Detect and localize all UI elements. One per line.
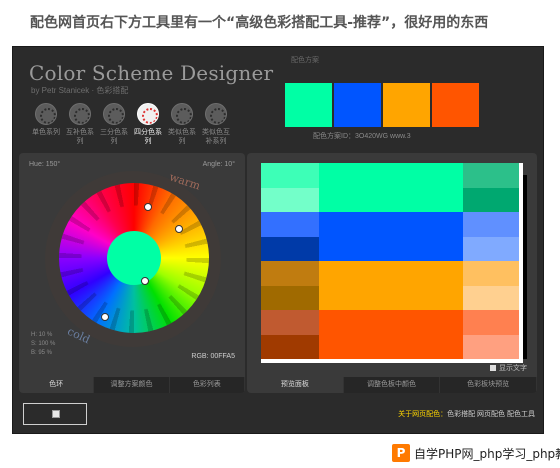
mode-mono[interactable]: 单色系列 [31,103,61,137]
accented-icon [205,103,227,125]
mono-icon [35,103,57,125]
preview-cell [319,212,391,237]
preview-cell [463,163,519,188]
wheel-handle-3[interactable] [101,313,109,321]
color-scheme-designer-app: Color Scheme Designer by Petr Stanicek ·… [12,46,544,434]
right-tabs: 预览面板 调整色板中颜色 色彩板块预览 [247,377,537,393]
preview-row [261,334,519,359]
preview-cell [261,236,319,261]
palette-swatches [285,83,479,127]
tab-preview[interactable]: 预览面板 [247,377,344,393]
preview-cell [319,334,391,359]
color-preview-grid [261,163,519,359]
footer-links[interactable]: 关于网页配色：色彩搭配 网页配色 配色工具 [398,409,535,419]
preview-cell [261,261,319,286]
preview-cell [391,334,463,359]
preview-row [261,236,519,261]
preview-cell [319,163,391,188]
preview-cell [463,212,519,237]
preview-cell [319,236,391,261]
php-logo-icon: P [392,444,410,462]
palette-swatch[interactable] [334,83,381,127]
broken-image-placeholder [23,403,87,425]
preview-row [261,187,519,212]
preview-cell [463,334,519,359]
preview-cell [391,163,463,188]
preview-cell [391,285,463,310]
complement-icon [69,103,91,125]
preview-cell [391,261,463,286]
tab-wheel[interactable]: 色环 [19,377,95,393]
preview-cell [261,334,319,359]
preview-row [261,310,519,335]
tab-adjust-scheme[interactable]: 调整方案颜色 [94,377,170,393]
preview-cell [391,187,463,212]
preview-cell [319,310,391,335]
mode-accented[interactable]: 类似色互补系列 [201,103,231,146]
app-subtitle: by Petr Stanicek · 色彩搭配 [31,86,129,95]
site-watermark: P 自学PHP网_php学习_php教程 [392,442,560,464]
color-wheel-panel: Hue: 150° Angle: 10° warm cold H: 10 % S… [19,153,245,393]
preview-cell [463,310,519,335]
tab-color-blocks[interactable]: 色彩板块预览 [440,377,537,393]
palette-swatch[interactable] [285,83,332,127]
broken-image-icon [52,410,60,418]
preview-panel: 显示文字 预览面板 调整色板中颜色 色彩板块预览 [247,153,537,393]
preview-cell [261,212,319,237]
wheel-handle-4[interactable] [141,277,149,285]
preview-cell [319,261,391,286]
preview-cell [463,236,519,261]
preview-cell [463,285,519,310]
wheel-handle-2[interactable] [175,225,183,233]
wheel-handle-1[interactable] [144,203,152,211]
palette-label: 配色方案 [291,57,319,64]
preview-cell [261,187,319,212]
mode-triad[interactable]: 三分色系列 [99,103,129,146]
preview-cell [391,310,463,335]
mode-tetrad[interactable]: 四分色系列 [133,103,163,146]
palette-swatch[interactable] [383,83,430,127]
preview-cell [463,187,519,212]
scheme-id: 配色方案ID：3O420WG www.3 [313,133,411,140]
show-text-checkbox[interactable]: 显示文字 [490,363,527,373]
preview-cell [319,187,391,212]
hue-readout: Hue: 150° [29,161,61,168]
preview-row [261,285,519,310]
left-tabs: 色环 调整方案颜色 色彩列表 [19,377,245,393]
preview-cell [261,310,319,335]
preview-cell [391,212,463,237]
checkbox-icon [490,365,496,372]
preview-row [261,163,519,188]
preview-cell [261,163,319,188]
palette-swatch[interactable] [432,83,479,127]
preview-cell [391,236,463,261]
tab-adjust-colors[interactable]: 调整色板中颜色 [344,377,441,393]
mode-analogic[interactable]: 类似色系列 [167,103,197,146]
scheme-mode-selector: 单色系列 互补色系列 三分色系列 四分色系列 类似色系列 类似色互补系列 [31,103,251,155]
mode-complement[interactable]: 互补色系列 [65,103,95,146]
preview-row [261,261,519,286]
preview-cell [463,261,519,286]
preview-cell [261,285,319,310]
preview-cell [319,285,391,310]
hsb-stats: H: 10 % S: 100 % B: 95 % [31,332,56,356]
caption: 配色网首页右下方工具里有一个“高级色彩搭配工具-推荐”，很好用的东西 [30,15,489,31]
angle-readout: Angle: 10° [202,161,235,168]
app-title: Color Scheme Designer [29,61,274,85]
rgb-readout: RGB: 00FFA5 [191,353,235,360]
preview-row [261,212,519,237]
triad-icon [103,103,125,125]
analogic-icon [171,103,193,125]
tab-color-list[interactable]: 色彩列表 [170,377,245,393]
wheel-center-swatch [107,231,161,285]
tetrad-icon [137,103,159,125]
